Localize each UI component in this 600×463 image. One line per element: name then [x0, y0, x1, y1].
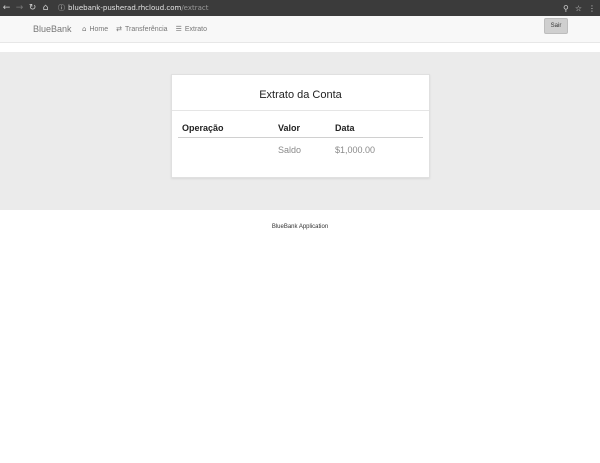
nav-link-label: Transferência: [125, 25, 168, 33]
nav-links: ⌂ Home ⇄ Transferência ☰ Extrato: [82, 25, 207, 33]
extract-panel: Extrato da Conta Operação Valor Data Sal…: [171, 74, 430, 178]
address-bar[interactable]: ⓘ bluebank-pusherad.rhcloud.com/extract: [58, 3, 209, 13]
table-cell-value: Saldo: [278, 145, 302, 155]
home-icon: ⌂: [82, 25, 87, 33]
column-header-operation: Operação: [178, 117, 274, 138]
table-row: Saldo $1,000.00: [178, 138, 423, 163]
extract-table: Operação Valor Data Saldo $1,000.00: [178, 117, 423, 162]
info-icon[interactable]: ⓘ: [58, 3, 65, 13]
table-cell-date: $1,000.00: [335, 145, 376, 155]
forward-icon[interactable]: →: [13, 0, 26, 16]
transfer-icon: ⇄: [116, 25, 123, 33]
nav-link-transfer[interactable]: ⇄ Transferência: [116, 25, 167, 33]
footer-text: BlueBank Application: [271, 224, 329, 230]
menu-icon[interactable]: ⋮: [588, 4, 596, 13]
table-cell-operation: [178, 138, 274, 163]
nav-link-home[interactable]: ⌂ Home: [82, 25, 108, 33]
star-icon[interactable]: ☆: [575, 4, 582, 13]
navbar: BlueBank ⌂ Home ⇄ Transferência ☰ Extrat…: [0, 16, 600, 43]
list-icon: ☰: [175, 25, 182, 33]
nav-link-label: Extrato: [184, 25, 208, 33]
url-path: /extract: [181, 4, 209, 12]
back-icon[interactable]: ←: [0, 0, 13, 16]
column-header-value: Valor: [274, 117, 331, 138]
browser-toolbar: ← → ↻ ⌂ ⓘ bluebank-pusherad.rhcloud.com /…: [0, 0, 600, 16]
table-header-row: Operação Valor Data: [178, 117, 423, 138]
logout-button[interactable]: Sair: [544, 18, 568, 34]
nav-link-extract[interactable]: ☰ Extrato: [176, 25, 207, 33]
nav-link-label: Home: [89, 25, 109, 33]
reload-icon[interactable]: ↻: [26, 0, 39, 16]
extension-icon[interactable]: ⚲: [563, 4, 569, 13]
url-domain: bluebank-pusherad.rhcloud.com: [68, 4, 182, 12]
column-header-date: Data: [331, 117, 423, 138]
home-icon[interactable]: ⌂: [39, 0, 52, 16]
brand[interactable]: BlueBank: [33, 24, 72, 34]
panel-title: Extrato da Conta: [172, 75, 429, 111]
